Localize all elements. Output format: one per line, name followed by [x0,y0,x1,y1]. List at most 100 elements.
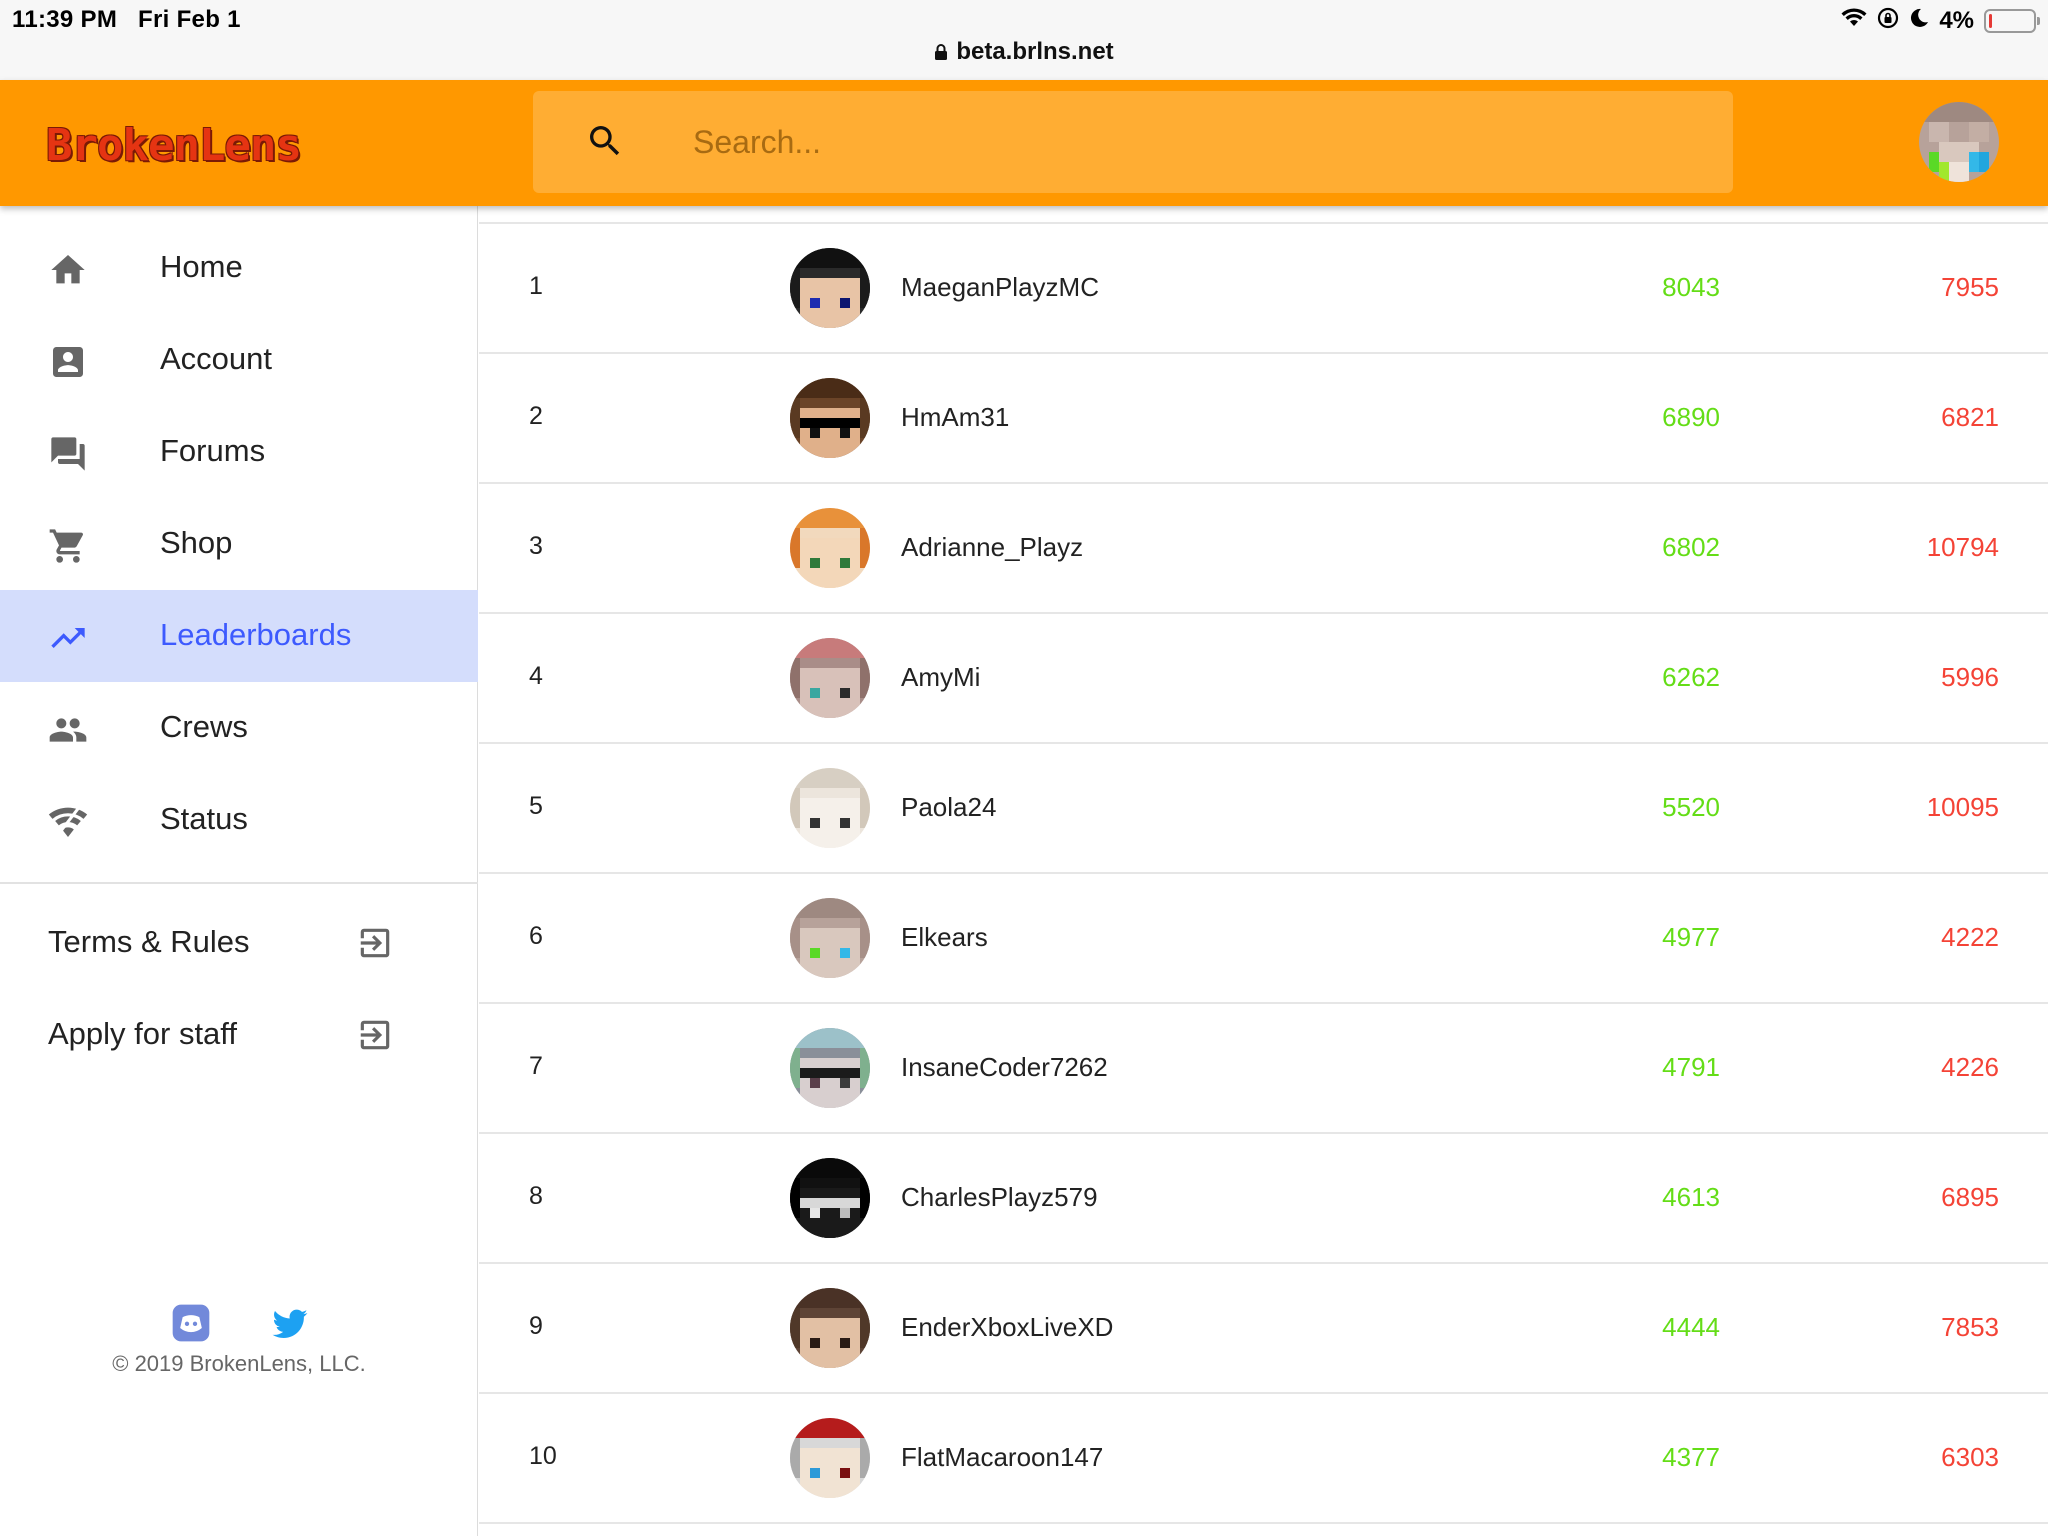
orientation-lock-icon [1877,7,1899,36]
table-row[interactable]: 6 Elkears 4977 4222 [479,874,2048,1004]
sidebar-divider [0,882,478,884]
sidebar-item-account[interactable]: Account [0,314,478,406]
rank-cell: 1 [529,272,543,300]
player-avatar[interactable] [790,1028,870,1108]
sidebar-item-shop[interactable]: Shop [0,498,478,590]
search-bar[interactable] [533,91,1733,193]
table-row[interactable]: 9 EnderXboxLiveXD 4444 7853 [479,1264,2048,1394]
player-avatar[interactable] [790,1418,870,1498]
player-name[interactable]: Adrianne_Playz [901,532,1083,563]
table-row[interactable]: 7 InsaneCoder7262 4791 4226 [479,1004,2048,1134]
table-row[interactable]: 8 CharlesPlayz579 4613 6895 [479,1134,2048,1264]
sidebar-item-label: Forums [160,433,266,468]
player-avatar[interactable] [790,1158,870,1238]
stat-red-cell: 6821 [1941,402,1999,432]
do-not-disturb-icon [1909,7,1929,36]
player-name[interactable]: FlatMacaroon147 [901,1442,1103,1473]
status-date: Fri Feb 1 [138,6,241,33]
rank-cell: 10 [529,1442,557,1470]
stat-red-cell: 7955 [1941,272,1999,302]
address-bar[interactable]: beta.brlns.net [0,38,2048,68]
account-box-icon [48,342,88,387]
brand-logo[interactable]: BrokenLens [46,120,302,171]
apply-for-staff-link[interactable]: Apply for staff [0,996,478,1076]
stat-green-cell: 5520 [1662,792,1720,822]
table-row[interactable]: 5 Paola24 5520 10095 [479,744,2048,874]
player-avatar[interactable] [790,248,870,328]
forum-icon [48,434,88,479]
rank-cell: 9 [529,1312,543,1340]
table-row[interactable]: 4 AmyMi 6262 5996 [479,614,2048,744]
lock-icon [934,40,948,68]
app-header: BrokenLens [0,80,2048,206]
status-time: 11:39 PM [12,6,118,33]
stat-green-cell: 6890 [1662,402,1720,432]
exit-to-app-icon [356,1016,394,1059]
rank-cell: 7 [529,1052,543,1080]
battery-icon [1984,9,2040,33]
stat-red-cell: 6895 [1941,1182,1999,1212]
player-avatar[interactable] [790,638,870,718]
rank-cell: 4 [529,662,543,690]
sidebar-item-forums[interactable]: Forums [0,406,478,498]
player-name[interactable]: AmyMi [901,662,980,693]
table-row[interactable]: 2 HmAm31 6890 6821 [479,354,2048,484]
url-text: beta.brlns.net [956,38,1114,65]
link-label: Apply for staff [48,1016,237,1051]
stat-green-cell: 8043 [1662,272,1720,302]
sidebar-item-crews[interactable]: Crews [0,682,478,774]
wifi-icon [1841,7,1867,35]
table-row[interactable]: 3 Adrianne_Playz 6802 10794 [479,484,2048,614]
stat-green-cell: 4377 [1662,1442,1720,1472]
player-avatar[interactable] [790,768,870,848]
stat-green-cell: 6802 [1662,532,1720,562]
player-name[interactable]: EnderXboxLiveXD [901,1312,1113,1343]
signal-icon [48,802,88,847]
player-avatar[interactable] [790,898,870,978]
stat-red-cell: 5996 [1941,662,1999,692]
player-avatar[interactable] [790,508,870,588]
discord-icon[interactable] [171,1303,211,1348]
home-icon [48,250,88,295]
stat-green-cell: 6262 [1662,662,1720,692]
stat-red-cell: 10095 [1926,792,1999,822]
rank-cell: 6 [529,922,543,950]
sidebar-item-label: Home [160,249,243,284]
player-name[interactable]: MaeganPlayzMC [901,272,1099,303]
battery-percent: 4% [1939,7,1974,34]
player-avatar[interactable] [790,378,870,458]
link-label: Terms & Rules [48,924,250,959]
twitter-icon[interactable] [270,1303,310,1348]
trending-up-icon [48,618,88,663]
table-row[interactable]: 1 MaeganPlayzMC 8043 7955 [479,224,2048,354]
search-icon[interactable] [585,121,625,166]
player-name[interactable]: CharlesPlayz579 [901,1182,1098,1213]
rank-cell: 3 [529,532,543,560]
leaderboard-table: 1 MaeganPlayzMC 8043 7955 2 HmAm31 6890 6821 3 Ad… [479,206,2048,1536]
exit-to-app-icon [356,924,394,967]
player-name[interactable]: Elkears [901,922,988,953]
sidebar-item-label: Status [160,801,248,836]
stat-green-cell: 4791 [1662,1052,1720,1082]
stat-red-cell: 4222 [1941,922,1999,952]
terms-rules-link[interactable]: Terms & Rules [0,904,478,984]
people-icon [48,710,88,755]
player-name[interactable]: HmAm31 [901,402,1009,433]
sidebar-item-home[interactable]: Home [0,222,478,314]
ios-status-bar: 11:39 PM Fri Feb 1 4% beta.brlns.net [0,0,2048,80]
rank-cell: 8 [529,1182,543,1210]
player-name[interactable]: InsaneCoder7262 [901,1052,1108,1083]
player-avatar[interactable] [790,1288,870,1368]
stat-green-cell: 4444 [1662,1312,1720,1342]
sidebar-item-label: Account [160,341,273,376]
player-name[interactable]: Paola24 [901,792,996,823]
stat-red-cell: 6303 [1941,1442,1999,1472]
sidebar-item-status[interactable]: Status [0,774,478,866]
stat-red-cell: 10794 [1926,532,1999,562]
table-row[interactable]: 10 FlatMacaroon147 4377 6303 [479,1394,2048,1524]
sidebar-item-label: Leaderboards [160,617,352,652]
stat-red-cell: 7853 [1941,1312,1999,1342]
search-input[interactable] [693,91,1693,193]
sidebar-item-leaderboards[interactable]: Leaderboards [0,590,478,682]
user-avatar[interactable] [1919,102,1999,182]
